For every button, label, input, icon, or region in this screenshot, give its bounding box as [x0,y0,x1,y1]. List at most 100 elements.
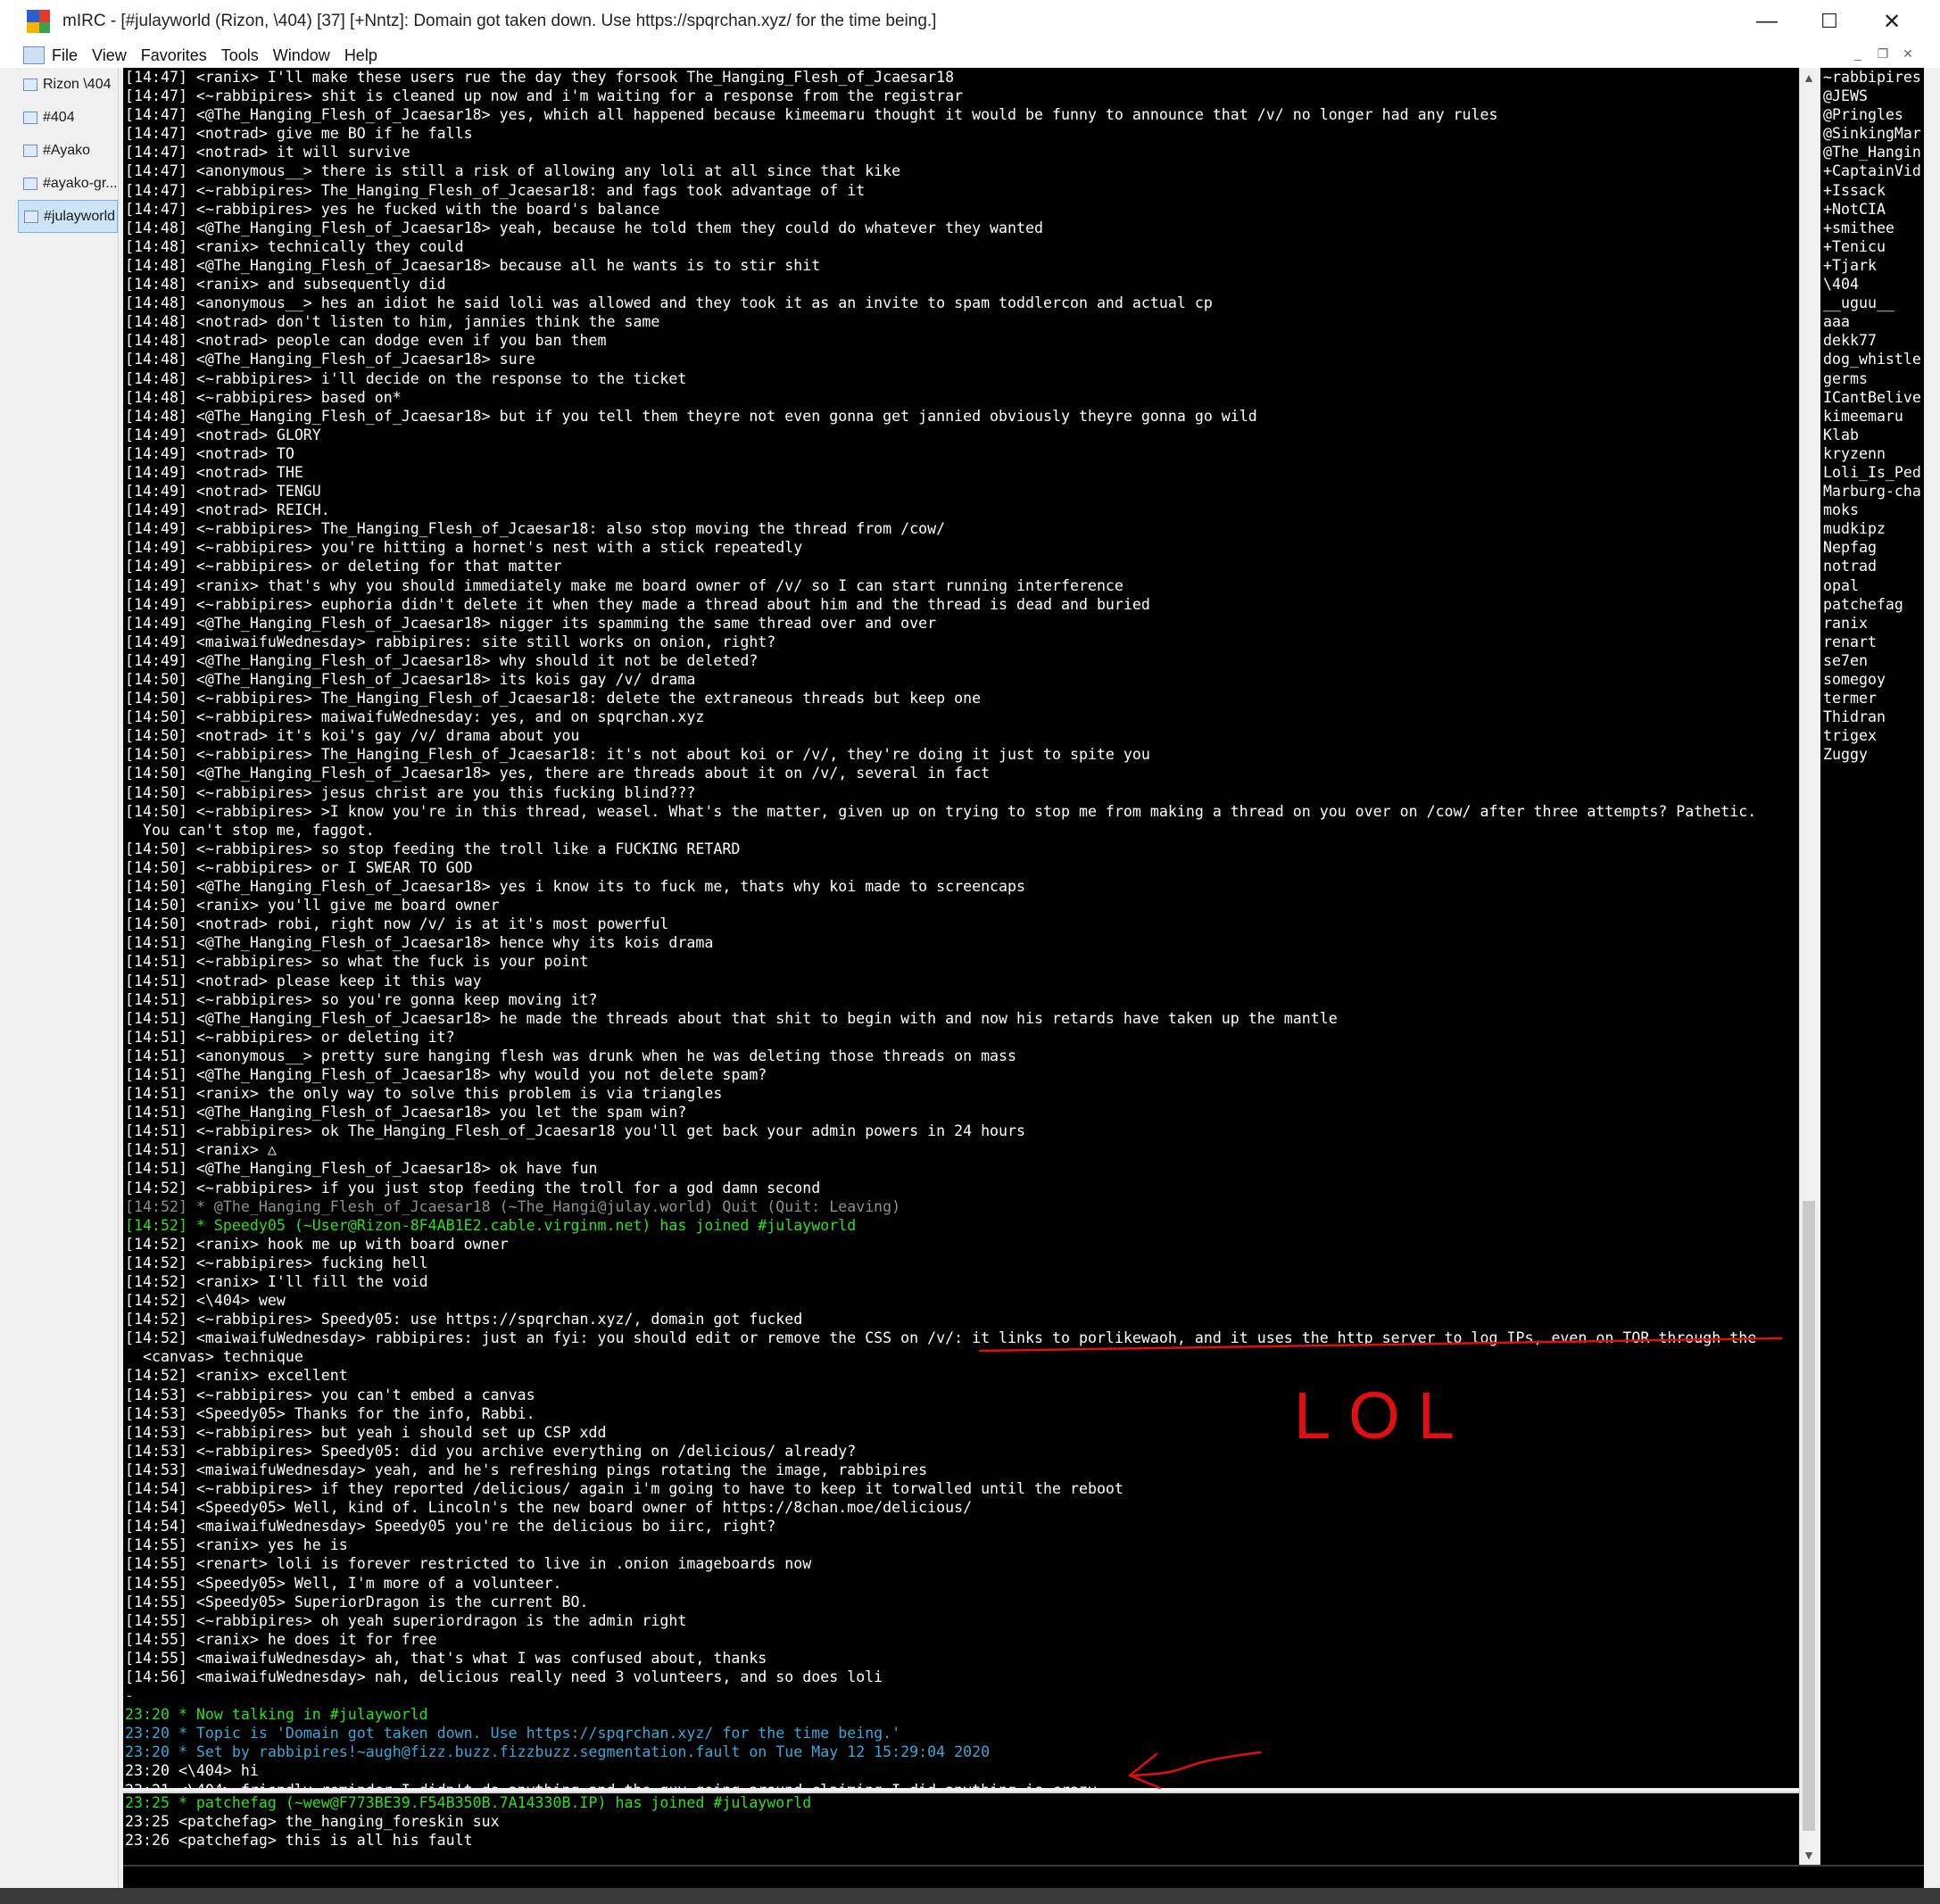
channel-window-icon[interactable] [23,46,45,64]
nick-item[interactable]: patchefag [1820,595,1924,614]
menu-help[interactable]: Help [344,46,377,65]
chat-line: [14:55] <ranix> he does it for free [125,1630,437,1648]
chat-line: [14:49] <ranix> that's why you should im… [125,576,1123,594]
scroll-down-icon[interactable]: ▼ [1800,1845,1818,1865]
nick-item[interactable]: opal [1820,576,1924,595]
chat-area[interactable]: [14:47] <ranix> I'll make these users ru… [123,68,1799,1788]
title-bar[interactable]: mIRC - [#julayworld (Rizon, \404) [37] [… [0,0,1940,43]
nick-item[interactable]: ~rabbipires [1820,68,1924,87]
chat-line: [14:51] <anonymous__> pretty sure hangin… [125,1047,1017,1064]
chat-line: [14:52] <ranix> hook me up with board ow… [125,1235,509,1253]
nick-item[interactable]: +smithee [1820,219,1924,237]
chat-line: [14:50] <~rabbipires> >I know you're in … [125,802,1757,820]
nick-item[interactable]: @SinkingMar [1820,124,1924,143]
mdi-close-icon[interactable]: ✕ [1897,46,1919,64]
nick-item[interactable]: kimeemaru [1820,407,1924,426]
chat-scrollbar[interactable]: ▲ ▼ [1799,68,1818,1865]
nick-item[interactable]: aaa [1820,312,1924,331]
nick-item[interactable]: +Tjark [1820,256,1924,275]
chat-log-new: 23:25 * patchefag (~wew@F773BE39.F54B350… [123,1793,1799,1850]
nick-item[interactable]: @Pringles [1820,105,1924,124]
chat-line: [14:49] <@The_Hanging_Flesh_of_Jcaesar18… [125,651,759,669]
nick-item[interactable]: dog_whistle [1820,350,1924,368]
nick-item[interactable]: @JEWS [1820,87,1924,105]
chat-line: [14:52] <~rabbipires> Speedy05: use http… [125,1311,803,1329]
nick-item[interactable]: +Issack [1820,181,1924,200]
switchbar-item-ayako-gr[interactable]: #ayako-gr... [18,167,118,200]
nick-item[interactable]: termer [1820,689,1924,708]
nick-item[interactable]: Thidran [1820,708,1924,726]
menu-view[interactable]: View [92,46,127,65]
nick-item[interactable]: ranix [1820,614,1924,633]
nick-item[interactable]: +CaptainVid [1820,161,1924,180]
nick-item[interactable]: Nepfag [1820,538,1924,557]
chat-line: [14:47] <notrad> it will survive [125,144,410,161]
menu-window[interactable]: Window [273,46,330,65]
chat-line: [14:54] <maiwaifuWednesday> Speedy05 you… [125,1518,776,1536]
chat-line: [14:50] <@The_Hanging_Flesh_of_Jcaesar18… [125,765,991,782]
nick-item[interactable]: Marburg-cha [1820,482,1924,501]
chat-line: 23:20 * Topic is 'Domain got taken down.… [125,1725,901,1743]
nick-item[interactable]: \404 [1820,275,1924,294]
menu-file[interactable]: File [52,46,78,65]
chat-line: 23:20 * Now talking in #julayworld [125,1706,428,1724]
chat-line: [14:48] <ranix> technically they could [125,237,464,255]
nick-item[interactable]: __uguu__ [1820,294,1924,312]
nick-item[interactable]: dekk77 [1820,331,1924,350]
switchbar-item-rizon[interactable]: Rizon \404 [18,68,118,101]
nick-item[interactable]: notrad [1820,557,1924,575]
mdi-minimize-icon[interactable]: _ [1847,46,1869,64]
channel-icon [23,177,37,190]
nick-item[interactable]: Zuggy [1820,745,1924,764]
chat-line: [14:50] <~rabbipires> maiwaifuWednesday:… [125,708,705,726]
nick-item[interactable]: +Tenicu [1820,237,1924,256]
mdi-restore-icon[interactable]: ❐ [1872,46,1894,64]
message-input[interactable] [123,1865,1924,1890]
chat-line: [14:49] <notrad> REICH. [125,501,330,519]
chat-line: - [125,1687,134,1705]
chat-line: [14:52] <~rabbipires> fucking hell [125,1254,428,1271]
nick-item[interactable]: mudkipz [1820,519,1924,538]
chat-line: [14:49] <notrad> TO [125,444,294,462]
status-window-icon [23,78,37,91]
nick-item[interactable]: trigex [1820,726,1924,745]
nick-item[interactable]: moks [1820,501,1924,519]
nick-item[interactable]: germs [1820,369,1924,388]
scroll-thumb[interactable] [1803,1201,1815,1831]
chat-line: [14:47] <@The_Hanging_Flesh_of_Jcaesar18… [125,106,1498,124]
chat-line: [14:53] <~rabbipires> Speedy05: did you … [125,1442,857,1460]
chat-line: [14:55] <~rabbipires> oh yeah superiordr… [125,1611,687,1629]
switchbar: Rizon \404 #404 #Ayako #ayako-gr... #jul… [18,68,119,1888]
chat-line: [14:49] <notrad> GLORY [125,426,321,443]
scroll-up-icon[interactable]: ▲ [1800,68,1818,87]
chat-line: [14:51] <@The_Hanging_Flesh_of_Jcaesar18… [125,934,714,952]
chat-line: [14:51] <~rabbipires> ok The_Hanging_Fle… [125,1122,1026,1140]
nick-item[interactable]: renart [1820,633,1924,651]
nick-item[interactable]: Loli_Is_Ped [1820,463,1924,482]
nick-item[interactable]: ICantBelive [1820,388,1924,407]
menu-tools[interactable]: Tools [221,46,259,65]
nick-list[interactable]: ~rabbipires @JEWS @Pringles @SinkingMar @The… [1820,68,1924,1888]
chat-line: [14:51] <~rabbipires> so you're gonna ke… [125,990,598,1008]
switchbar-item-ayako[interactable]: #Ayako [18,134,118,167]
nick-item[interactable]: se7en [1820,651,1924,670]
maximize-button[interactable]: ☐ [1798,0,1861,43]
nick-item[interactable]: Klab [1820,426,1924,444]
minimize-button[interactable]: — [1736,0,1798,43]
switchbar-item-404[interactable]: #404 [18,101,118,134]
chat-line: [14:54] <Speedy05> Well, kind of. Lincol… [125,1499,973,1517]
nick-item[interactable]: kryzenn [1820,444,1924,463]
chat-line: [14:52] * Speedy05 (~User@Rizon-8F4AB1E2… [125,1216,857,1234]
nick-item[interactable]: somegoy [1820,670,1924,689]
taskbar-strip [0,1888,1940,1904]
nick-item[interactable]: @The_Hangin [1820,143,1924,161]
close-button[interactable]: ✕ [1861,0,1923,43]
chat-line: [14:53] <Speedy05> Thanks for the info, … [125,1404,535,1422]
chat-area-new[interactable]: 23:25 * patchefag (~wew@F773BE39.F54B350… [123,1793,1799,1865]
menu-bar: File View Favorites Tools Window Help [0,43,1940,68]
nick-item[interactable]: +NotCIA [1820,200,1924,219]
chat-line: [14:55] <renart> loli is forever restric… [125,1555,812,1573]
switchbar-item-julayworld[interactable]: #julayworld [18,200,118,233]
chat-line: [14:49] <~rabbipires> euphoria didn't de… [125,595,1150,613]
menu-favorites[interactable]: Favorites [141,46,207,65]
